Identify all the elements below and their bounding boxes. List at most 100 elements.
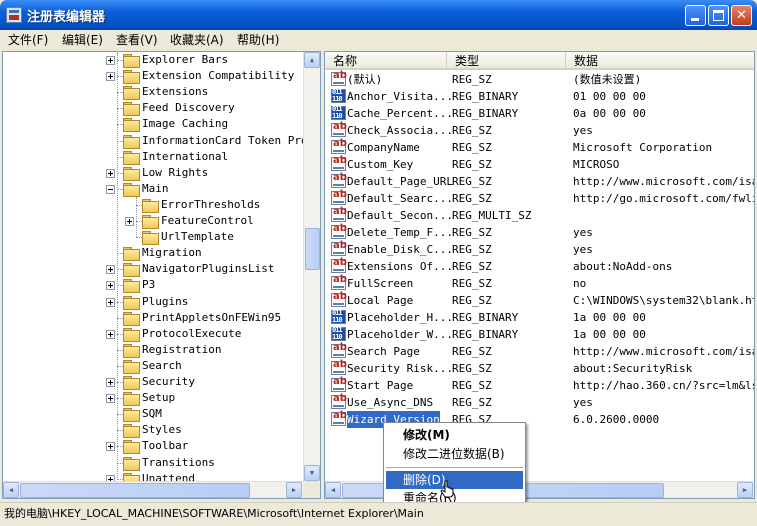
menu-edit[interactable]: 编辑(E) xyxy=(62,32,103,48)
column-header-data[interactable]: 数据 xyxy=(566,52,754,70)
value-type: REG_SZ xyxy=(452,140,492,154)
value-row[interactable]: Check_Associa...REG_SZ yes xyxy=(325,121,754,139)
tree-scroll-right-button[interactable]: ▶ xyxy=(286,482,302,498)
binary-value-icon xyxy=(331,88,346,103)
collapse-icon[interactable] xyxy=(106,184,115,194)
folder-icon xyxy=(123,118,140,133)
title-bar[interactable]: 注册表编辑器 ✕ xyxy=(0,0,757,30)
value-row[interactable]: Anchor_Visita...REG_BINARY 01 00 00 00 xyxy=(325,88,754,105)
expand-icon[interactable] xyxy=(106,329,115,339)
value-data: 0a 00 00 00 xyxy=(573,106,646,120)
expand-icon[interactable] xyxy=(106,394,115,404)
tree-item[interactable]: ErrorThresholds xyxy=(3,197,303,213)
tree-item-label: Extension Compatibility xyxy=(142,69,295,83)
context-modify-binary[interactable]: 修改二进位数据(B) xyxy=(386,445,523,463)
value-data: yes xyxy=(573,242,593,256)
value-row[interactable]: (默认) REG_SZ (数值未设置) xyxy=(325,70,754,88)
expand-icon[interactable] xyxy=(106,297,115,307)
tree-item[interactable]: Toolbar xyxy=(3,438,303,455)
tree-item[interactable]: UrlTemplate xyxy=(3,229,303,246)
tree-item[interactable]: Main xyxy=(3,181,303,197)
value-row[interactable]: Placeholder_H...REG_BINARY 1a 00 00 00 xyxy=(325,309,754,326)
value-type: REG_SZ xyxy=(452,72,492,86)
context-delete[interactable]: 删除(D) xyxy=(386,471,523,489)
tree-hscroll-thumb[interactable] xyxy=(20,483,250,498)
tree-item[interactable]: ProtocolExecute xyxy=(3,326,303,342)
tree-item[interactable]: P3 xyxy=(3,277,303,294)
value-row[interactable]: Enable_Disk_C...REG_SZ yes xyxy=(325,240,754,258)
tree-item[interactable]: Security xyxy=(3,374,303,390)
value-row[interactable]: CompanyName REG_SZ Microsoft Corporation xyxy=(325,138,754,156)
tree-scroll-thumb[interactable] xyxy=(305,228,320,270)
string-value-icon xyxy=(331,393,347,409)
expand-icon[interactable] xyxy=(106,72,115,82)
column-header-type[interactable]: 类型 xyxy=(447,52,566,70)
value-name: Search Page xyxy=(347,344,420,358)
tree-item-label: Migration xyxy=(142,246,202,260)
tree-item[interactable]: Low Rights xyxy=(3,165,303,181)
tree-item[interactable]: FeatureControl xyxy=(3,213,303,229)
list-scroll-right-button[interactable]: ▶ xyxy=(737,482,753,498)
maximize-button[interactable] xyxy=(708,5,729,26)
tree-item[interactable]: Transitions xyxy=(3,455,303,471)
tree-scroll-down-button[interactable]: ▼ xyxy=(304,465,320,481)
tree-item[interactable]: NavigatorPluginsList xyxy=(3,261,303,278)
tree-item[interactable]: Setup xyxy=(3,390,303,407)
tree-item[interactable]: Search xyxy=(3,358,303,374)
tree-item[interactable]: SQM xyxy=(3,406,303,423)
tree-item[interactable]: Registration xyxy=(3,342,303,358)
expand-icon[interactable] xyxy=(106,168,115,178)
tree-item[interactable]: InformationCard Token Prov: xyxy=(3,133,320,149)
value-row[interactable]: Cache_Percent...REG_BINARY 0a 00 00 00 xyxy=(325,105,754,122)
value-row[interactable]: Default_Searc...REG_SZ http://go.microsof… xyxy=(325,189,754,207)
value-row[interactable]: Custom_Key REG_SZ MICROSO xyxy=(325,155,754,173)
tree-vertical-scrollbar[interactable]: ▲ ▼ xyxy=(303,52,320,481)
expand-icon[interactable] xyxy=(106,281,115,291)
tree-item[interactable]: Extension Compatibility xyxy=(3,68,303,85)
value-data: about:SecurityRisk xyxy=(573,361,693,375)
tree-item[interactable]: Feed Discovery xyxy=(3,100,303,117)
tree-scroll-left-button[interactable]: ◀ xyxy=(3,482,19,498)
value-row[interactable]: Placeholder_W...REG_BINARY 1a 00 00 00 xyxy=(325,326,754,343)
value-row[interactable]: Default_Secon...REG_MULTI_SZ xyxy=(325,206,754,224)
column-header-name[interactable]: 名称 xyxy=(325,52,447,70)
value-row[interactable]: Delete_Temp_F...REG_SZ yes xyxy=(325,223,754,241)
value-row[interactable]: Security Risk...REG_SZ about:SecurityRisk xyxy=(325,359,754,377)
tree-item[interactable]: PrintAppletsOnFEWin95 xyxy=(3,310,303,326)
value-row[interactable]: Search Page REG_SZ http://www.microsoft.co… xyxy=(325,342,754,360)
tree-horizontal-scrollbar[interactable]: ◀ ▶ xyxy=(3,481,303,498)
menu-help[interactable]: 帮助(H) xyxy=(237,32,279,48)
tree-item[interactable]: Plugins xyxy=(3,294,303,310)
value-row[interactable]: Extensions Of...REG_SZ about:NoAdd-ons xyxy=(325,257,754,275)
menu-view[interactable]: 查看(V) xyxy=(116,32,158,48)
expand-icon[interactable] xyxy=(106,265,115,275)
list-scroll-left-button[interactable]: ◀ xyxy=(325,482,341,498)
expand-icon[interactable] xyxy=(106,378,115,387)
value-type: REG_BINARY xyxy=(452,106,519,120)
tree-item[interactable]: Explorer Bars xyxy=(3,52,303,68)
tree-item[interactable]: Styles xyxy=(3,422,303,439)
expand-icon[interactable] xyxy=(125,217,134,226)
value-row[interactable]: Use_Async_DNS REG_SZ yes xyxy=(325,393,754,411)
menu-favorites[interactable]: 收藏夹(A) xyxy=(170,32,224,48)
tree-scroll-up-button[interactable]: ▲ xyxy=(304,52,320,68)
value-row[interactable]: Start Page REG_SZ http://hao.360.cn/?src=l… xyxy=(325,376,754,394)
tree-item[interactable]: Extensions xyxy=(3,84,303,101)
hand-cursor-icon xyxy=(440,480,454,498)
value-row[interactable]: FullScreen REG_SZ no xyxy=(325,274,754,292)
context-modify[interactable]: 修改(M) xyxy=(386,426,523,444)
context-separator xyxy=(386,467,523,468)
value-row[interactable]: Local Page REG_SZ C:\WINDOWS\system32\blan… xyxy=(325,291,754,309)
close-button[interactable]: ✕ xyxy=(731,5,752,26)
tree-item[interactable]: International xyxy=(3,149,303,165)
tree-item[interactable]: Migration xyxy=(3,245,303,262)
expand-icon[interactable] xyxy=(106,442,115,452)
value-row[interactable]: Default_Page_URLREG_SZ http://www.microso… xyxy=(325,172,754,190)
value-type: REG_SZ xyxy=(452,361,492,375)
minimize-button[interactable] xyxy=(685,5,706,26)
value-type: REG_BINARY xyxy=(452,89,519,103)
tree-item[interactable]: Image Caching xyxy=(3,116,303,133)
menu-file[interactable]: 文件(F) xyxy=(8,32,48,48)
registry-tree[interactable]: Explorer Bars Extension Compatibility Exte… xyxy=(2,51,321,499)
expand-icon[interactable] xyxy=(106,56,115,65)
